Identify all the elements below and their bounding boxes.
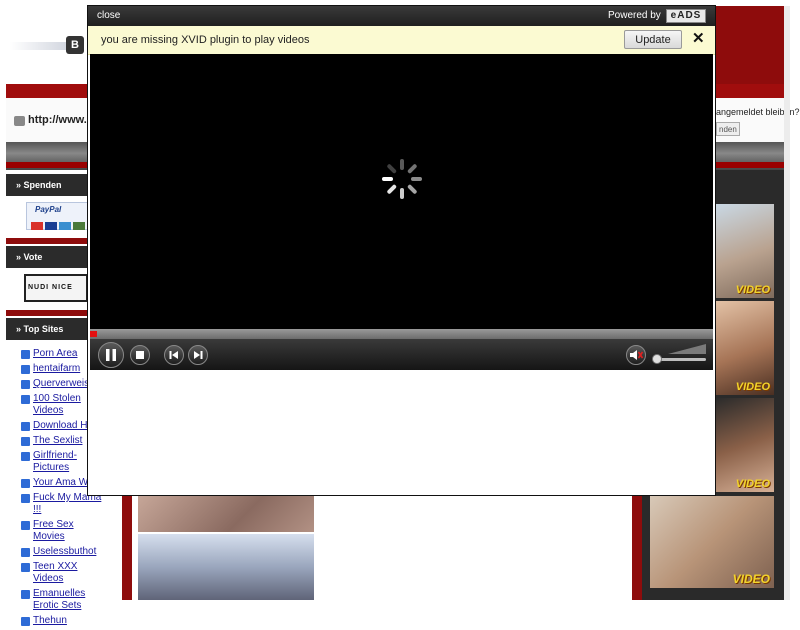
stop-icon	[136, 351, 144, 359]
link-arrow-icon	[21, 395, 30, 404]
ad-network-logo[interactable]: eADS	[666, 9, 706, 23]
pause-button[interactable]	[98, 342, 124, 368]
topsite-link[interactable]: 100 Stolen Videos	[33, 393, 81, 416]
link-arrow-icon	[21, 521, 30, 530]
content-photo[interactable]	[138, 492, 314, 532]
topsite-link[interactable]: hentaifarm	[33, 363, 80, 374]
link-arrow-icon	[21, 494, 30, 503]
link-arrow-icon	[21, 590, 30, 599]
link-arrow-icon	[21, 479, 30, 488]
link-arrow-icon	[21, 365, 30, 374]
topsite-link[interactable]: Thehun	[33, 615, 67, 626]
topsite-item[interactable]: Free Sex Movies	[20, 519, 108, 543]
video-thumbnail[interactable]: VIDEO	[716, 398, 774, 492]
video-area[interactable]	[90, 54, 713, 370]
overlay-close-link[interactable]: close	[97, 10, 120, 21]
volume-slider[interactable]	[658, 358, 706, 361]
video-badge: VIDEO	[735, 381, 770, 393]
header-red-panel	[716, 6, 784, 84]
video-badge: VIDEO	[735, 284, 770, 296]
mute-button[interactable]	[626, 345, 646, 365]
link-arrow-icon	[21, 437, 30, 446]
amex-icon	[59, 222, 71, 230]
right-edge-strip	[784, 6, 790, 600]
seek-bar-progress	[90, 331, 97, 337]
topsite-link[interactable]: The Sexlist	[33, 435, 82, 446]
powered-by-label: Powered by	[608, 10, 661, 21]
plugin-notice-bar: you are missing XVID plugin to play vide…	[88, 26, 715, 55]
login-button[interactable]: nden	[716, 122, 740, 136]
link-arrow-icon	[21, 380, 30, 389]
topsite-item[interactable]: Uselessbuthot	[20, 546, 108, 558]
link-arrow-icon	[21, 422, 30, 431]
sidebar-heading-topsites: » Top Sites	[6, 318, 88, 340]
topsite-link[interactable]: Girlfriend-Pictures	[33, 450, 77, 473]
topsite-link[interactable]: Your Ama W	[33, 477, 88, 488]
sidebar-heading-spenden: » Spenden	[6, 174, 88, 196]
topsite-link[interactable]: Porn Area	[33, 348, 77, 359]
logo-icon: B	[66, 36, 84, 54]
previous-button[interactable]	[164, 345, 184, 365]
link-arrow-icon	[21, 548, 30, 557]
video-badge: VIDEO	[735, 478, 770, 490]
sidebar-heading-vote: » Vote	[6, 246, 88, 268]
player-controls	[90, 339, 713, 370]
mastercard-icon	[31, 222, 43, 230]
loading-spinner-icon	[382, 159, 422, 199]
update-button[interactable]: Update	[624, 30, 682, 49]
link-arrow-icon	[21, 452, 30, 461]
site-url[interactable]: http://www.c	[28, 114, 93, 126]
player-blank-area	[90, 370, 713, 495]
video-thumbnail[interactable]: VIDEO	[716, 204, 774, 298]
topsite-link[interactable]: Querverweis	[33, 378, 89, 389]
overlay-titlebar: close Powered by eADS	[88, 6, 715, 26]
topsite-item[interactable]: Teen XXX Videos	[20, 561, 108, 585]
visa-icon	[45, 222, 57, 230]
paypal-logo: PayPal	[35, 205, 62, 214]
skip-forward-icon	[194, 351, 203, 359]
vote-badge-text: NUDI NICE	[28, 284, 73, 291]
card-icons	[31, 217, 87, 235]
speaker-muted-icon	[630, 350, 644, 360]
content-red-border-right	[632, 492, 642, 600]
vote-badge[interactable]: NUDI NICE	[24, 274, 88, 302]
plugin-notice-text: you are missing XVID plugin to play vide…	[101, 34, 310, 46]
video-thumbnail[interactable]: VIDEO	[716, 301, 774, 395]
bank-card-icon	[73, 222, 85, 230]
topsite-item[interactable]: Emanuelles Erotic Sets	[20, 588, 108, 612]
topsite-item[interactable]: Thehun	[20, 615, 108, 627]
content-photo[interactable]	[138, 534, 314, 600]
topsite-link[interactable]: Uselessbuthot	[33, 546, 96, 557]
link-icon	[14, 116, 25, 126]
stop-button[interactable]	[130, 345, 150, 365]
video-thumbnail-large[interactable]: VIDEO	[650, 496, 774, 588]
close-icon[interactable]: ✕	[692, 30, 705, 48]
topsite-link[interactable]: Free Sex Movies	[33, 519, 74, 542]
ad-overlay-window: close Powered by eADS you are missing XV…	[87, 5, 716, 496]
content-red-border-left	[122, 492, 132, 600]
seek-bar[interactable]	[90, 329, 713, 339]
link-arrow-icon	[21, 563, 30, 572]
volume-level-icon	[668, 344, 706, 354]
skip-back-icon	[169, 351, 178, 359]
paypal-donate-button[interactable]: PayPal	[26, 202, 88, 230]
link-arrow-icon	[21, 617, 30, 626]
pause-icon	[106, 349, 116, 361]
sidebar-divider-red	[6, 310, 88, 316]
link-arrow-icon	[21, 350, 30, 359]
next-button[interactable]	[188, 345, 208, 365]
volume-slider-knob[interactable]	[652, 354, 662, 364]
topsite-link[interactable]: Download H	[33, 420, 87, 431]
video-badge: VIDEO	[732, 572, 770, 586]
sidebar-divider-red	[6, 238, 88, 244]
topsite-link[interactable]: Teen XXX Videos	[33, 561, 77, 584]
